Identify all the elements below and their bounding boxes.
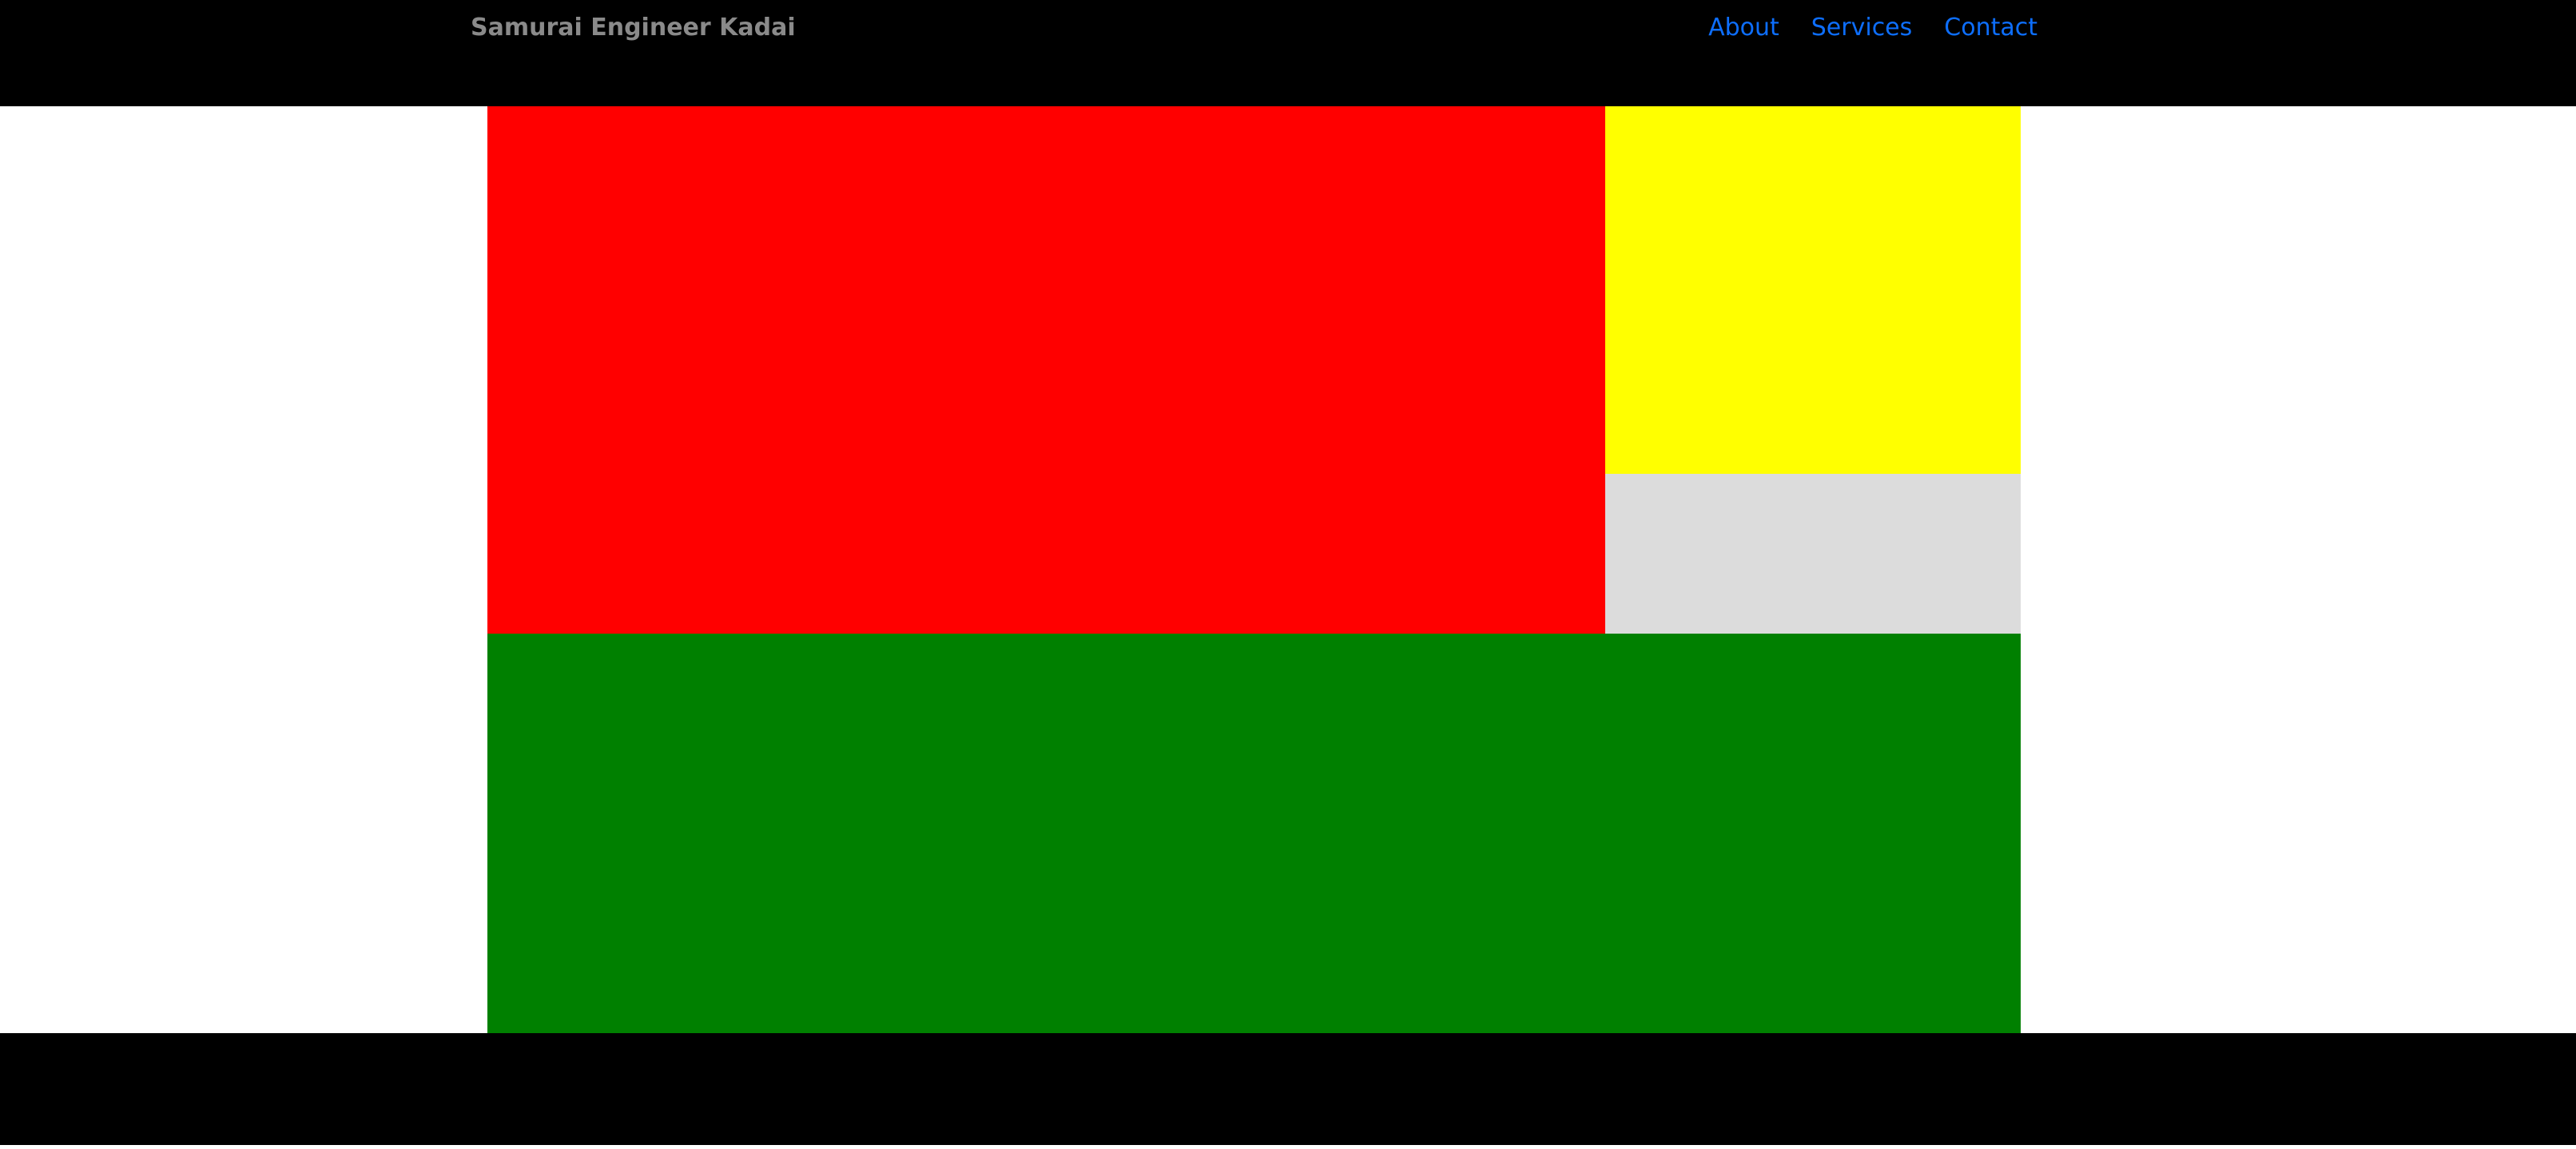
nav-link-services[interactable]: Services — [1811, 11, 1913, 45]
site-footer — [0, 1033, 2576, 1145]
red-panel — [487, 106, 1605, 634]
brand-link[interactable]: Samurai Engineer Kadai — [471, 11, 796, 45]
yellow-panel — [1605, 106, 2021, 474]
site-header: Samurai Engineer Kadai About Services Co… — [0, 0, 2576, 106]
content-container — [487, 106, 2021, 1033]
main-nav: About Services Contact — [1708, 11, 2037, 45]
nav-link-contact[interactable]: Contact — [1944, 11, 2037, 45]
green-panel — [487, 634, 2021, 1033]
nav-link-about[interactable]: About — [1708, 11, 1779, 45]
gray-panel — [1605, 474, 2021, 634]
